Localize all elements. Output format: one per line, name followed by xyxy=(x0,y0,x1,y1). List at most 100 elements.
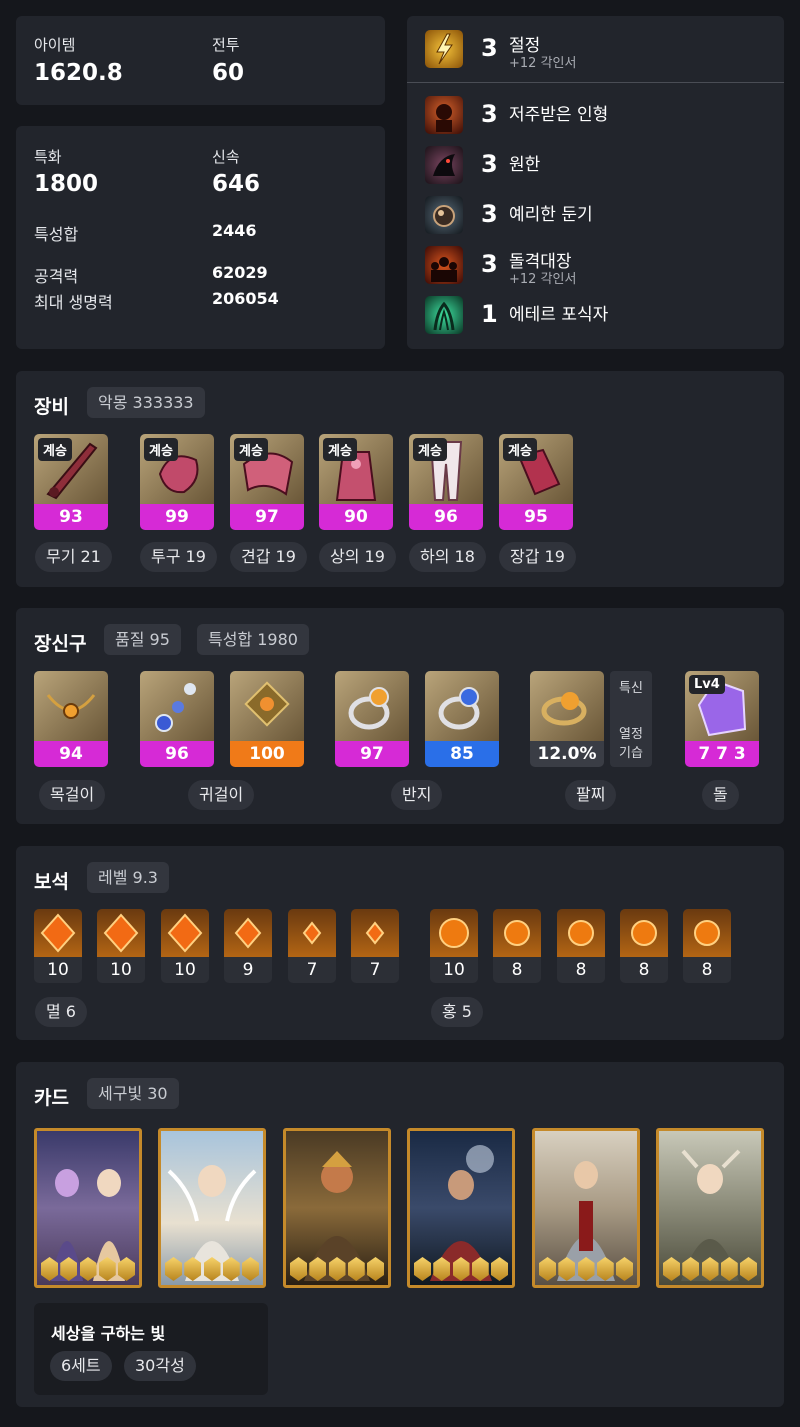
raid-captain-engraving-icon xyxy=(425,246,463,284)
quality-bar: 85 xyxy=(425,741,499,767)
annihilation-gem[interactable]: 9 xyxy=(224,909,272,983)
ring-icon xyxy=(425,671,499,741)
keen-blunt-engraving-icon xyxy=(425,196,463,234)
equipment-item[interactable]: 계승 99 xyxy=(140,434,214,530)
card-item[interactable] xyxy=(158,1128,266,1288)
engraving-level: 1 xyxy=(481,300,498,328)
earring-icon xyxy=(230,671,304,741)
annihilation-caption: 멸 6 xyxy=(35,997,87,1027)
engraving-row[interactable]: 3 원한 xyxy=(425,146,785,190)
engraving-level: 3 xyxy=(481,200,498,228)
engraving-card: 3 절정 +12 각인서 3 저주받은 인형 3 원한 3 예리한 둔기 3 돌… xyxy=(407,16,784,349)
total-stat-value: 2446 xyxy=(212,221,257,240)
equipment-item[interactable]: 계승 96 xyxy=(409,434,483,530)
annihilation-gem[interactable]: 10 xyxy=(34,909,82,983)
bracelet-effect: 특신 xyxy=(619,681,643,696)
succession-tag: 계승 xyxy=(234,438,268,461)
succession-tag: 계승 xyxy=(144,438,178,461)
annihilation-gem[interactable]: 7 xyxy=(351,909,399,983)
quality-bar: 12.0% xyxy=(530,741,604,767)
bracelet-icon xyxy=(530,671,604,741)
quality-bar: 90 xyxy=(319,504,393,530)
crimson-gem[interactable]: 8 xyxy=(683,909,731,983)
card-item[interactable] xyxy=(34,1128,142,1288)
attack-label: 공격력 xyxy=(34,267,79,286)
accessory-item[interactable]: 97 xyxy=(335,671,409,767)
engraving-row[interactable]: 3 예리한 둔기 xyxy=(425,196,785,240)
awakening-coins xyxy=(165,1257,259,1281)
quality-bar: 97 xyxy=(335,741,409,767)
engraving-row[interactable]: 3 절정 +12 각인서 xyxy=(425,30,785,74)
awakening-coins xyxy=(414,1257,508,1281)
cursed-doll-engraving-icon xyxy=(425,96,463,134)
awakening-coins xyxy=(290,1257,384,1281)
necklace-icon xyxy=(34,671,108,741)
crit-value: 1800 xyxy=(34,171,99,197)
engraving-sub: +12 각인서 xyxy=(509,272,577,287)
card-set-name: 세상을 구하는 빛 xyxy=(51,1324,166,1343)
accessory-caption: 돌 xyxy=(702,780,739,810)
gem-level: 10 xyxy=(443,960,465,980)
gem-level: 9 xyxy=(242,960,254,980)
crimson-gem[interactable]: 8 xyxy=(620,909,668,983)
card-item[interactable] xyxy=(407,1128,515,1288)
equipment-item[interactable]: 계승 97 xyxy=(230,434,304,530)
quality-bar: 96 xyxy=(140,741,214,767)
bracelet-effects: 특신 열정 기습 xyxy=(610,671,652,767)
engraving-row[interactable]: 1 에테르 포식자 xyxy=(425,296,785,340)
card-item[interactable] xyxy=(656,1128,764,1288)
card-awakening-total: 30각성 xyxy=(124,1351,196,1381)
gem-level: 8 xyxy=(575,960,587,980)
equipment-section: 장비 악몽 333333 계승 93 계승 99 계승 97 계승 90 계승 … xyxy=(16,371,784,587)
accessory-item[interactable]: 96 xyxy=(140,671,214,767)
gem-level: 8 xyxy=(638,960,650,980)
equipment-item[interactable]: 계승 93 xyxy=(34,434,108,530)
engraving-sub: +12 각인서 xyxy=(509,56,577,71)
gem-level: 8 xyxy=(701,960,713,980)
crimson-gem[interactable]: 10 xyxy=(430,909,478,983)
quality-bar: 93 xyxy=(34,504,108,530)
crimson-gem[interactable]: 8 xyxy=(557,909,605,983)
earring-icon xyxy=(140,671,214,741)
ring-icon xyxy=(335,671,409,741)
attack-value: 62029 xyxy=(212,263,268,282)
card-item[interactable] xyxy=(532,1128,640,1288)
equipment-badge: 악몽 333333 xyxy=(87,387,205,418)
accessory-item[interactable]: 94 xyxy=(34,671,108,767)
succession-tag: 계승 xyxy=(38,438,72,461)
engraving-row[interactable]: 3 돌격대장 +12 각인서 xyxy=(425,246,785,290)
equipment-caption: 투구 19 xyxy=(140,542,217,572)
engraving-name: 예리한 둔기 xyxy=(509,205,593,225)
quality-bar: 99 xyxy=(140,504,214,530)
equipment-item[interactable]: 계승 95 xyxy=(499,434,573,530)
crimson-gem[interactable]: 8 xyxy=(493,909,541,983)
item-level-value: 1620.8 xyxy=(34,60,123,86)
gem-level: 7 xyxy=(306,960,318,980)
accessory-item[interactable]: 12.0% xyxy=(530,671,604,767)
accessories-section: 장신구 품질 95 특성합 1980 94 96 100 97 85 12.0%… xyxy=(16,608,784,824)
quality-bar: 96 xyxy=(409,504,483,530)
card-item[interactable] xyxy=(283,1128,391,1288)
annihilation-gem[interactable]: 10 xyxy=(97,909,145,983)
section-title: 장신구 xyxy=(34,633,87,655)
accessory-item[interactable]: Lv4 7 7 3 xyxy=(685,671,759,767)
annihilation-gem[interactable]: 10 xyxy=(161,909,209,983)
stone-level-tag: Lv4 xyxy=(689,675,725,694)
accessory-caption: 반지 xyxy=(391,780,443,810)
annihilation-gem[interactable]: 7 xyxy=(288,909,336,983)
swift-value: 646 xyxy=(212,171,261,197)
combat-level-label: 전투 xyxy=(212,36,240,54)
succession-tag: 계승 xyxy=(503,438,537,461)
equipment-item[interactable]: 계승 90 xyxy=(319,434,393,530)
ether-predator-engraving-icon xyxy=(425,296,463,334)
stats-card: 특화 1800 신속 646 특성합 2446 공격력 62029 최대 생명력… xyxy=(16,126,385,349)
equipment-caption: 견갑 19 xyxy=(230,542,307,572)
equipment-caption: 무기 21 xyxy=(35,542,112,572)
engraving-row[interactable]: 3 저주받은 인형 xyxy=(425,96,785,140)
engraving-level: 3 xyxy=(481,100,498,128)
accessory-item[interactable]: 85 xyxy=(425,671,499,767)
total-stat-badge: 특성합 1980 xyxy=(197,624,309,655)
accessory-item[interactable]: 100 xyxy=(230,671,304,767)
gem-level: 10 xyxy=(110,960,132,980)
lightning-engraving-icon xyxy=(425,30,463,68)
